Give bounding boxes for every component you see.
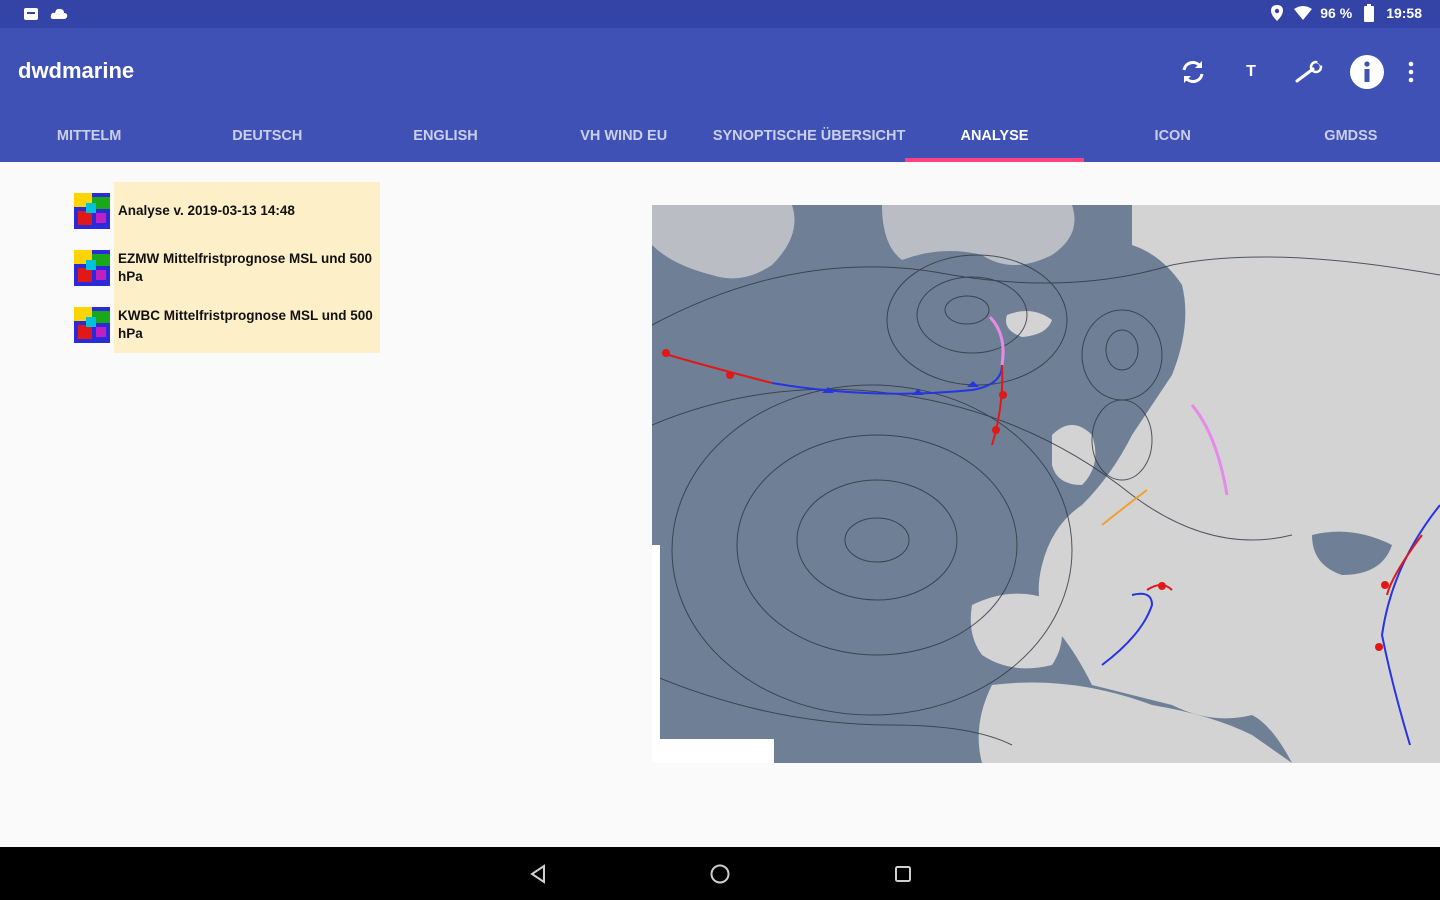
app-title: dwdmarine xyxy=(18,58,135,83)
list-item-label: KWBC Mittelfristprognose MSL und 500 hPa xyxy=(114,296,380,353)
back-icon xyxy=(530,864,545,884)
tab-mittelm[interactable]: MITTELM xyxy=(0,122,178,162)
chart-thumbnail-icon xyxy=(70,239,114,296)
tab-gmdss[interactable]: GMDSS xyxy=(1262,122,1440,162)
weather-analysis-map[interactable] xyxy=(652,205,1440,763)
overflow-menu-button[interactable] xyxy=(1396,52,1426,92)
home-button[interactable] xyxy=(707,861,733,887)
home-icon xyxy=(710,864,730,884)
tab-bar: MITTELM DEUTSCH ENGLISH VH WIND EU SYNOP… xyxy=(0,122,1440,162)
tab-synoptische-uebersicht[interactable]: SYNOPTISCHE ÜBERSICHT xyxy=(713,122,906,162)
list-item[interactable]: KWBC Mittelfristprognose MSL und 500 hPa xyxy=(70,296,380,353)
app-bar: dwdmarine T MITTELM DEUTSCH ENGLISH VH W… xyxy=(0,28,1440,162)
clock: 19:58 xyxy=(1386,5,1422,21)
wrench-icon xyxy=(1295,59,1324,83)
battery-icon xyxy=(1360,4,1378,22)
back-button[interactable] xyxy=(526,861,552,887)
chart-thumbnail-icon xyxy=(70,296,114,353)
toolbar-actions: T xyxy=(1164,52,1426,92)
tab-english[interactable]: ENGLISH xyxy=(356,122,534,162)
status-bar: 96 % 19:58 xyxy=(0,0,1440,28)
info-button[interactable] xyxy=(1338,52,1396,92)
more-vert-icon xyxy=(1408,61,1414,83)
info-icon xyxy=(1350,55,1384,89)
notification-icon xyxy=(22,5,40,23)
tab-vh-wind-eu[interactable]: VH WIND EU xyxy=(535,122,713,162)
recents-icon xyxy=(895,866,911,882)
cloud-icon xyxy=(50,5,68,23)
wifi-icon xyxy=(1294,4,1313,22)
text-size-button[interactable]: T xyxy=(1222,52,1280,92)
refresh-icon xyxy=(1182,61,1204,83)
tab-analyse[interactable]: ANALYSE xyxy=(905,122,1084,162)
chart-list: Analyse v. 2019-03-13 14:48 EZMW Mittelf… xyxy=(70,182,380,353)
list-item-label: EZMW Mittelfristprognose MSL und 500 hPa xyxy=(114,239,380,296)
tab-deutsch[interactable]: DEUTSCH xyxy=(178,122,356,162)
location-icon xyxy=(1268,4,1286,22)
navigation-bar xyxy=(0,847,1440,900)
refresh-button[interactable] xyxy=(1164,52,1222,92)
list-item[interactable]: EZMW Mittelfristprognose MSL und 500 hPa xyxy=(70,239,380,296)
tools-button[interactable] xyxy=(1280,52,1338,92)
list-item[interactable]: Analyse v. 2019-03-13 14:48 xyxy=(70,182,380,239)
battery-percent: 96 % xyxy=(1320,5,1353,21)
list-item-label: Analyse v. 2019-03-13 14:48 xyxy=(114,182,380,239)
recents-button[interactable] xyxy=(890,861,916,887)
chart-thumbnail-icon xyxy=(70,182,114,239)
tab-icon[interactable]: ICON xyxy=(1084,122,1262,162)
